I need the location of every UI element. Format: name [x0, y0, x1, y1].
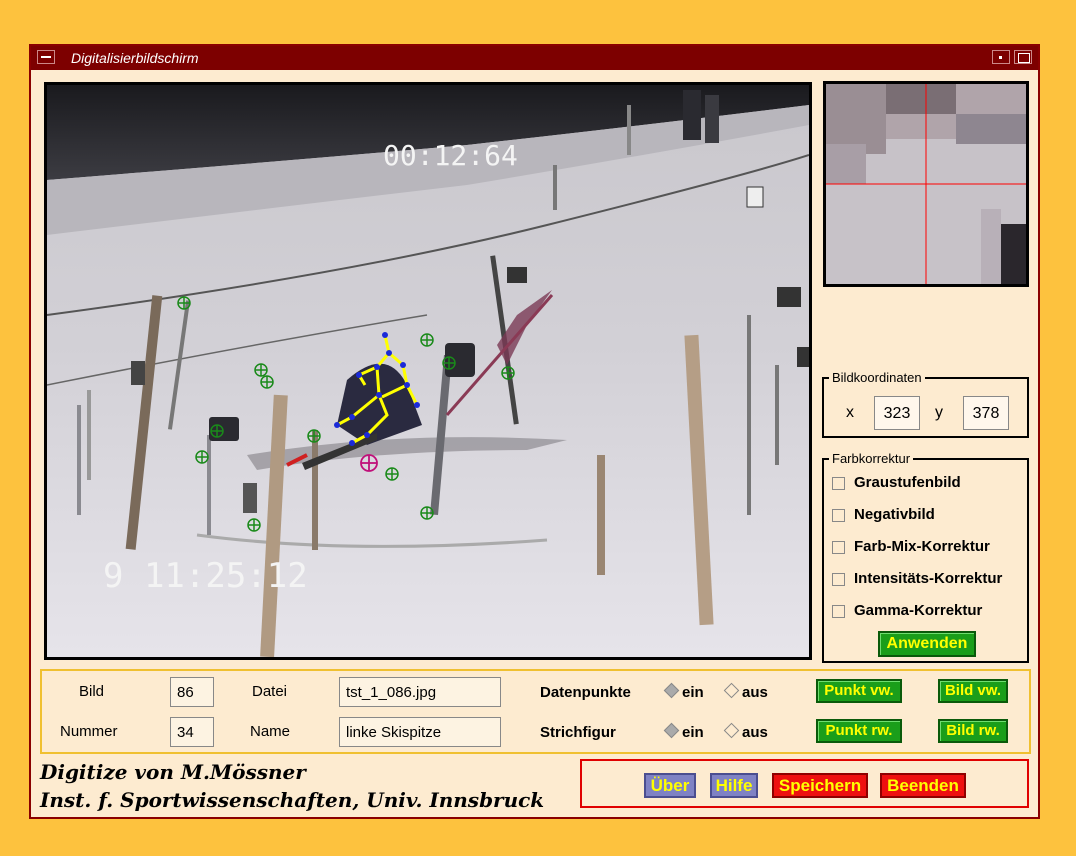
farb-legend: Farbkorrektur — [829, 451, 914, 466]
credits: Digitize von M.Mössner Inst. f. Sportwis… — [40, 758, 544, 814]
crosshair-circle-icon — [501, 366, 515, 380]
crosshair-circle-icon — [210, 424, 224, 438]
crosshair-circle-icon — [247, 518, 261, 532]
bild-vw-button[interactable]: Bild vw. — [938, 679, 1008, 703]
x-label: x — [846, 404, 854, 421]
speichern-button[interactable]: Speichern — [772, 773, 868, 798]
name-field[interactable]: linke Skispitze — [339, 717, 501, 747]
crosshair-circle-icon — [385, 467, 399, 481]
checkbox-intensitaet[interactable]: Intensitäts-Korrektur — [832, 570, 1062, 590]
bild-rw-button[interactable]: Bild rw. — [938, 719, 1008, 743]
frame-info-panel: Bild 86 Nummer 34 Datei tst_1_086.jpg Na… — [40, 669, 1031, 754]
strichfigur-aus-radio[interactable]: aus — [723, 722, 768, 741]
crosshair-circle-icon — [442, 356, 456, 370]
bild-field[interactable]: 86 — [170, 677, 214, 707]
beenden-button[interactable]: Beenden — [880, 773, 966, 798]
crosshair-circle-icon — [307, 429, 321, 443]
datenpunkte-label: Datenpunkte — [540, 684, 631, 701]
checkbox-negativbild[interactable]: Negativbild — [832, 506, 1062, 526]
color-correction-panel: Farbkorrektur Graustufenbild Negativbild… — [822, 451, 1029, 663]
current-point-crosshair-icon[interactable] — [360, 454, 378, 472]
checkbox-gamma[interactable]: Gamma-Korrektur — [832, 602, 1062, 622]
y-label: y — [935, 404, 943, 421]
crosshair-circle-icon — [195, 450, 209, 464]
datei-field[interactable]: tst_1_086.jpg — [339, 677, 501, 707]
punkt-vw-button[interactable]: Punkt vw. — [816, 679, 902, 703]
crosshair-circle-icon — [420, 333, 434, 347]
window-menu-button[interactable] — [37, 50, 55, 64]
nummer-label: Nummer — [60, 723, 118, 740]
credits-line-2: Inst. f. Sportwissenschaften, Univ. Inns… — [40, 788, 545, 812]
crosshair-circle-icon — [254, 363, 268, 377]
hilfe-button[interactable]: Hilfe — [710, 773, 758, 798]
x-value-field: 323 — [874, 396, 920, 430]
crosshair-circle-icon — [177, 296, 191, 310]
datei-label: Datei — [252, 683, 288, 700]
timecode-top: 00:12:64 — [383, 139, 518, 172]
strichfigur-label: Strichfigur — [540, 724, 616, 741]
window-title: Digitalisierbildschirm — [71, 50, 199, 66]
nummer-field[interactable]: 34 — [170, 717, 214, 747]
datenpunkte-aus-radio[interactable]: aus — [723, 682, 768, 701]
image-coordinates-panel: Bildkoordinaten x 323 y 378 — [822, 370, 1029, 438]
minimize-button[interactable] — [992, 50, 1010, 64]
video-frame[interactable]: 00:12:64 9 11:25:12 — [44, 82, 812, 660]
timecode-bottom: 9 11:25:12 — [103, 556, 308, 596]
title-bar[interactable]: Digitalisierbildschirm — [31, 46, 1038, 70]
ski-slope-image[interactable]: 00:12:64 9 11:25:12 — [47, 85, 809, 657]
ueber-button[interactable]: Über — [644, 773, 696, 798]
strichfigur-ein-radio[interactable]: ein — [663, 722, 704, 741]
bild-label: Bild — [79, 683, 105, 700]
crosshair-circle-icon — [420, 506, 434, 520]
maximize-button[interactable] — [1014, 50, 1032, 64]
apply-button[interactable]: Anwenden — [878, 631, 976, 657]
crosshair-circle-icon — [260, 375, 274, 389]
y-value-field: 378 — [963, 396, 1009, 430]
checkbox-farb-mix[interactable]: Farb-Mix-Korrektur — [832, 538, 1062, 558]
checkbox-graustufenbild[interactable]: Graustufenbild — [832, 474, 1062, 494]
credits-line-1: Digitize von M.Mössner — [40, 760, 306, 784]
coords-legend: Bildkoordinaten — [829, 370, 925, 385]
action-buttons-box: Über Hilfe Speichern Beenden — [580, 759, 1029, 808]
name-label: Name — [250, 723, 291, 740]
datenpunkte-ein-radio[interactable]: ein — [663, 682, 704, 701]
punkt-rw-button[interactable]: Punkt rw. — [816, 719, 902, 743]
zoom-preview — [823, 81, 1029, 287]
digitizer-window: Digitalisierbildschirm 00:12:64 9 11:25:… — [29, 44, 1040, 819]
